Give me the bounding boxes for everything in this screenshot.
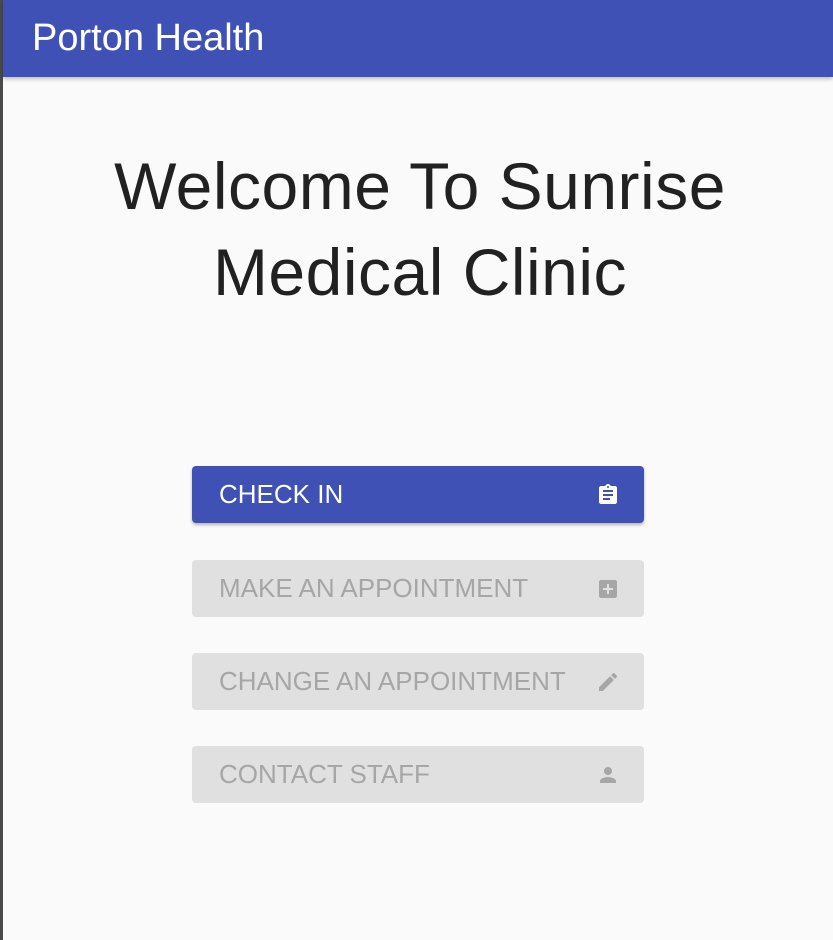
make-appointment-label: MAKE AN APPOINTMENT [219,573,529,603]
make-appointment-button[interactable]: MAKE AN APPOINTMENT [192,560,644,617]
contact-staff-button[interactable]: CONTACT STAFF [192,746,644,803]
app-title: Porton Health [32,17,265,59]
check-in-button[interactable]: CHECK IN [192,466,644,523]
check-in-label: CHECK IN [219,479,344,509]
change-appointment-button[interactable]: CHANGE AN APPOINTMENT [192,653,644,710]
change-appointment-label: CHANGE AN APPOINTMENT [219,666,566,696]
contact-staff-label: CONTACT STAFF [219,759,430,789]
person-icon [596,763,620,787]
welcome-line-2: Medical Clinic [212,235,628,309]
pencil-icon [596,670,620,694]
plus-box-icon [596,577,620,601]
welcome-heading: Welcome To Sunrise Medical Clinic [40,143,800,315]
window-left-edge [0,0,3,940]
clipboard-icon [596,483,620,507]
app-bar: Porton Health [3,0,833,77]
welcome-line-1: Welcome To Sunrise [114,149,726,223]
